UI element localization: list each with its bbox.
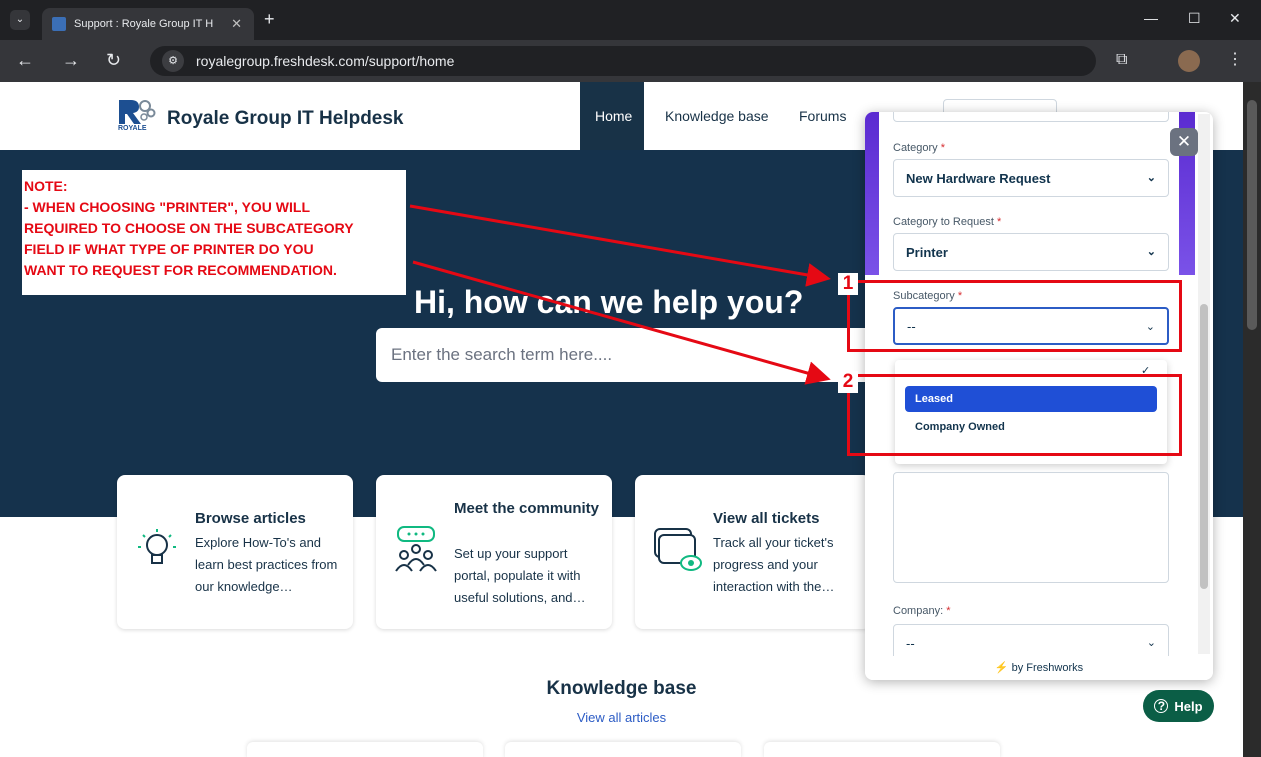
browser-tab-strip: ⌄ Support : Royale Group IT H ✕ + — ☐ ✕: [0, 0, 1261, 40]
back-icon[interactable]: ←: [16, 50, 34, 70]
reload-icon[interactable]: ↻: [106, 50, 121, 70]
maximize-icon[interactable]: ☐: [1188, 10, 1201, 27]
tab-title: Support : Royale Group IT H: [74, 18, 214, 30]
browser-tab[interactable]: Support : Royale Group IT H ✕: [42, 8, 254, 40]
close-window-icon[interactable]: ✕: [1229, 10, 1241, 27]
forward-icon[interactable]: →: [62, 50, 80, 70]
page-scrollbar[interactable]: [1243, 82, 1261, 757]
address-bar[interactable]: ⚙ royalegroup.freshdesk.com/support/home: [150, 46, 1096, 76]
arrow-to-category: [409, 204, 831, 287]
tab-search-icon[interactable]: ⌄: [10, 10, 30, 30]
site-info-icon[interactable]: ⚙: [162, 50, 184, 72]
annotation-arrows: [409, 204, 831, 385]
url-text: royalegroup.freshdesk.com/support/home: [196, 53, 455, 69]
page-scroll-thumb[interactable]: [1247, 100, 1257, 330]
arrow-to-subcategory: [412, 260, 831, 385]
close-tab-icon[interactable]: ✕: [231, 16, 242, 32]
favicon-icon: [52, 17, 66, 31]
web-page: ROYALE Royale Group IT Helpdesk Home Kno…: [0, 82, 1243, 757]
profile-avatar[interactable]: [1178, 50, 1200, 72]
menu-icon[interactable]: ⋮: [1227, 50, 1243, 70]
extensions-icon[interactable]: ⧉: [1116, 50, 1127, 70]
new-tab-icon[interactable]: +: [264, 9, 275, 30]
minimize-icon[interactable]: —: [1144, 10, 1158, 26]
